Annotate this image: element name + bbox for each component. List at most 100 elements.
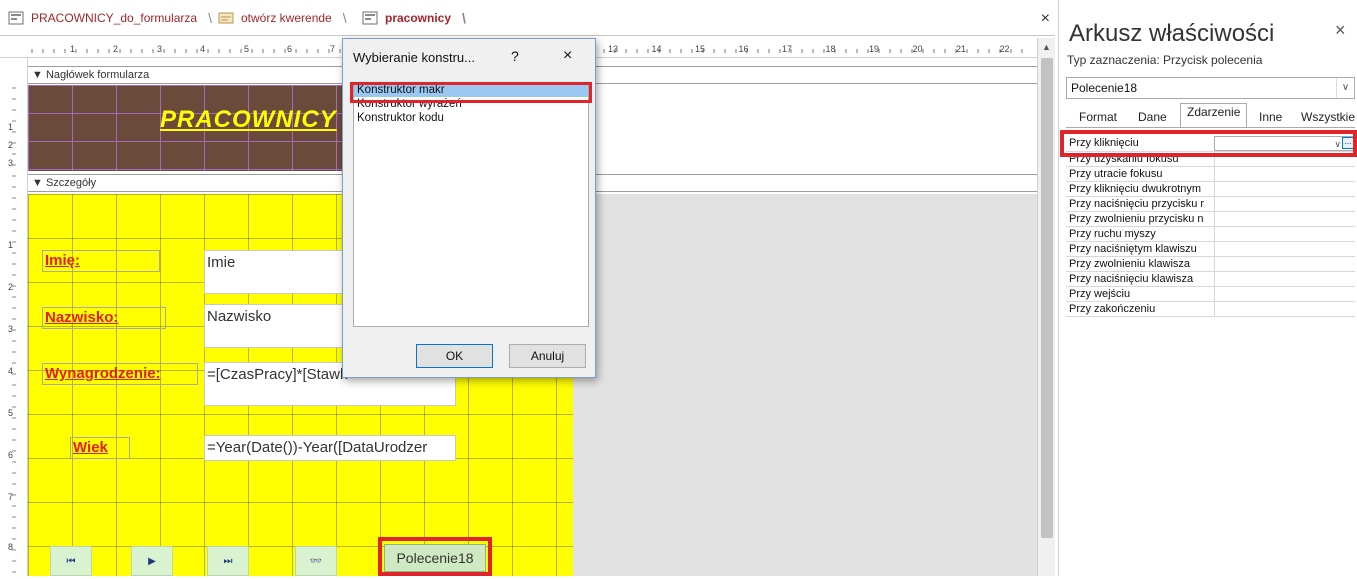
- property-row[interactable]: Przy kliknięciu dwukrotnym: [1066, 182, 1355, 197]
- label-wiek[interactable]: Wiek: [70, 437, 130, 459]
- property-value[interactable]: [1214, 227, 1355, 242]
- field-wiek[interactable]: =Year(Date())-Year([DataUrodzer: [204, 435, 456, 461]
- property-value[interactable]: [1214, 152, 1355, 167]
- form-title-label[interactable]: PRACOWNICY: [160, 106, 337, 134]
- property-value[interactable]: [1214, 257, 1355, 272]
- label-wynagrodzenie[interactable]: Wynagrodzenie:: [42, 363, 198, 385]
- field-nazwisko[interactable]: Nazwisko: [204, 304, 354, 348]
- binoculars-icon: 👓: [309, 555, 323, 567]
- property-row[interactable]: Przy wejściu: [1066, 287, 1355, 302]
- chevron-down-icon[interactable]: ∨: [1336, 78, 1354, 98]
- close-icon[interactable]: ×: [563, 47, 572, 65]
- builder-ellipsis-icon[interactable]: ...: [1342, 137, 1354, 149]
- property-value[interactable]: [1214, 197, 1355, 212]
- help-icon[interactable]: ?: [511, 48, 519, 64]
- choose-builder-dialog: Wybieranie konstru... ? × Konstruktor ma…: [342, 38, 596, 378]
- property-value[interactable]: [1214, 212, 1355, 227]
- property-row[interactable]: Przy naciśnięciu przycisku r: [1066, 197, 1355, 212]
- property-value[interactable]: [1214, 167, 1355, 182]
- property-row[interactable]: Przy naciśniętym klawiszu: [1066, 242, 1355, 257]
- property-name: Przy kliknięciu dwukrotnym: [1069, 183, 1202, 195]
- next-record-icon: ▶: [148, 555, 156, 567]
- command-button-polecenie18[interactable]: Polecenie18: [384, 544, 486, 572]
- tab-divider: [1066, 127, 1355, 128]
- property-name: Przy ruchu myszy: [1069, 228, 1156, 240]
- close-icon[interactable]: ×: [1335, 20, 1346, 41]
- field-imie[interactable]: Imie: [204, 250, 354, 294]
- close-icon[interactable]: ×: [1041, 10, 1050, 28]
- property-value[interactable]: [1214, 272, 1355, 287]
- property-name: Przy zwolnieniu przycisku n: [1069, 213, 1204, 225]
- ruler-number: 13: [608, 44, 618, 54]
- first-record-button[interactable]: ⏮: [50, 546, 92, 576]
- property-row[interactable]: Przy zwolnieniu klawisza: [1066, 257, 1355, 272]
- property-name: Przy naciśnięciu klawisza: [1069, 273, 1194, 285]
- tab-label: pracownicy: [385, 11, 452, 25]
- tab-label: PRACOWNICY_do_formularza: [31, 11, 198, 25]
- ruler-number: 7: [8, 492, 13, 502]
- tab-separator: \: [462, 10, 466, 26]
- ruler-number: 19: [869, 44, 879, 54]
- property-name: Przy uzyskaniu fokusu: [1069, 153, 1179, 165]
- property-name: Przy utracie fokusu: [1069, 168, 1163, 180]
- property-row[interactable]: Przy zwolnieniu przycisku n: [1066, 212, 1355, 227]
- list-item-macro-builder[interactable]: Konstruktor makr: [354, 83, 588, 97]
- property-name: Przy zakończeniu: [1069, 303, 1156, 315]
- last-record-button[interactable]: ⏭: [207, 546, 249, 576]
- tab-otworz-kwerende[interactable]: otwórz kwerende \: [218, 4, 347, 32]
- tab-inne[interactable]: Inne: [1253, 106, 1288, 128]
- form-header-blank: [590, 85, 1037, 171]
- property-value[interactable]: [1214, 302, 1355, 317]
- find-record-button[interactable]: 👓: [295, 546, 337, 576]
- ruler-number: 2: [113, 44, 118, 54]
- vertical-ruler: 12312345678: [0, 58, 28, 576]
- ok-button[interactable]: OK: [416, 344, 493, 368]
- property-value[interactable]: [1214, 182, 1355, 197]
- tab-dane[interactable]: Dane: [1132, 106, 1173, 128]
- ruler-number: 3: [8, 158, 13, 168]
- tab-zdarzenie[interactable]: Zdarzenie: [1180, 103, 1248, 127]
- label-imie[interactable]: Imię:: [42, 250, 160, 272]
- ruler-number: 20: [913, 44, 923, 54]
- builder-list[interactable]: Konstruktor makr Konstruktor wyrażeń Kon…: [353, 82, 589, 327]
- property-row[interactable]: Przy kliknięciu ∨...: [1066, 136, 1355, 152]
- property-name: Przy naciśnięciu przycisku r: [1069, 198, 1205, 210]
- property-name: Przy naciśniętym klawiszu: [1069, 243, 1197, 255]
- ruler-number: 22: [1000, 44, 1010, 54]
- tab-wszystkie[interactable]: Wszystkie: [1295, 106, 1357, 128]
- label-nazwisko[interactable]: Nazwisko:: [42, 307, 166, 329]
- list-item-expression-builder[interactable]: Konstruktor wyrażeń: [354, 97, 588, 111]
- list-item-code-builder[interactable]: Konstruktor kodu: [354, 111, 588, 125]
- property-row[interactable]: Przy naciśnięciu klawisza: [1066, 272, 1355, 287]
- first-record-icon: ⏮: [66, 555, 76, 567]
- property-row[interactable]: Przy zakończeniu: [1066, 302, 1355, 317]
- property-sheet-pane: Arkusz właściwości × Typ zaznaczenia: Pr…: [1058, 0, 1357, 576]
- ruler-number: 18: [826, 44, 836, 54]
- last-record-icon: ⏭: [223, 555, 233, 567]
- tab-format[interactable]: Format: [1073, 106, 1123, 128]
- tab-pracownicy-do-formularza[interactable]: PRACOWNICY_do_formularza \: [8, 4, 212, 32]
- property-value[interactable]: [1214, 287, 1355, 302]
- scroll-up-icon[interactable]: ▲: [1042, 42, 1051, 52]
- next-record-button[interactable]: ▶: [131, 546, 173, 576]
- property-row[interactable]: Przy ruchu myszy: [1066, 227, 1355, 242]
- macro-icon: [218, 11, 234, 25]
- scrollbar-thumb[interactable]: [1041, 58, 1053, 538]
- cancel-button[interactable]: Anuluj: [509, 344, 586, 368]
- property-value[interactable]: [1214, 242, 1355, 257]
- ruler-number: 14: [652, 44, 662, 54]
- ruler-number: 3: [157, 44, 162, 54]
- detail-section-label: Szczegóły: [45, 177, 97, 189]
- ruler-number: 6: [287, 44, 292, 54]
- form-icon: [362, 11, 378, 25]
- ruler-number: 5: [8, 408, 13, 418]
- ruler-number: 2: [8, 140, 13, 150]
- object-selector-value: Polecenie18: [1071, 81, 1138, 95]
- property-row[interactable]: Przy uzyskaniu fokusu: [1066, 152, 1355, 167]
- vertical-scrollbar[interactable]: ▲: [1037, 38, 1055, 576]
- document-tab-bar: PRACOWNICY_do_formularza \ otwórz kweren…: [0, 0, 1055, 36]
- tab-pracownicy[interactable]: pracownicy \: [362, 4, 466, 32]
- property-row[interactable]: Przy utracie fokusu: [1066, 167, 1355, 182]
- chevron-down-icon[interactable]: ∨: [1334, 137, 1341, 151]
- object-selector[interactable]: Polecenie18 ∨: [1066, 77, 1355, 99]
